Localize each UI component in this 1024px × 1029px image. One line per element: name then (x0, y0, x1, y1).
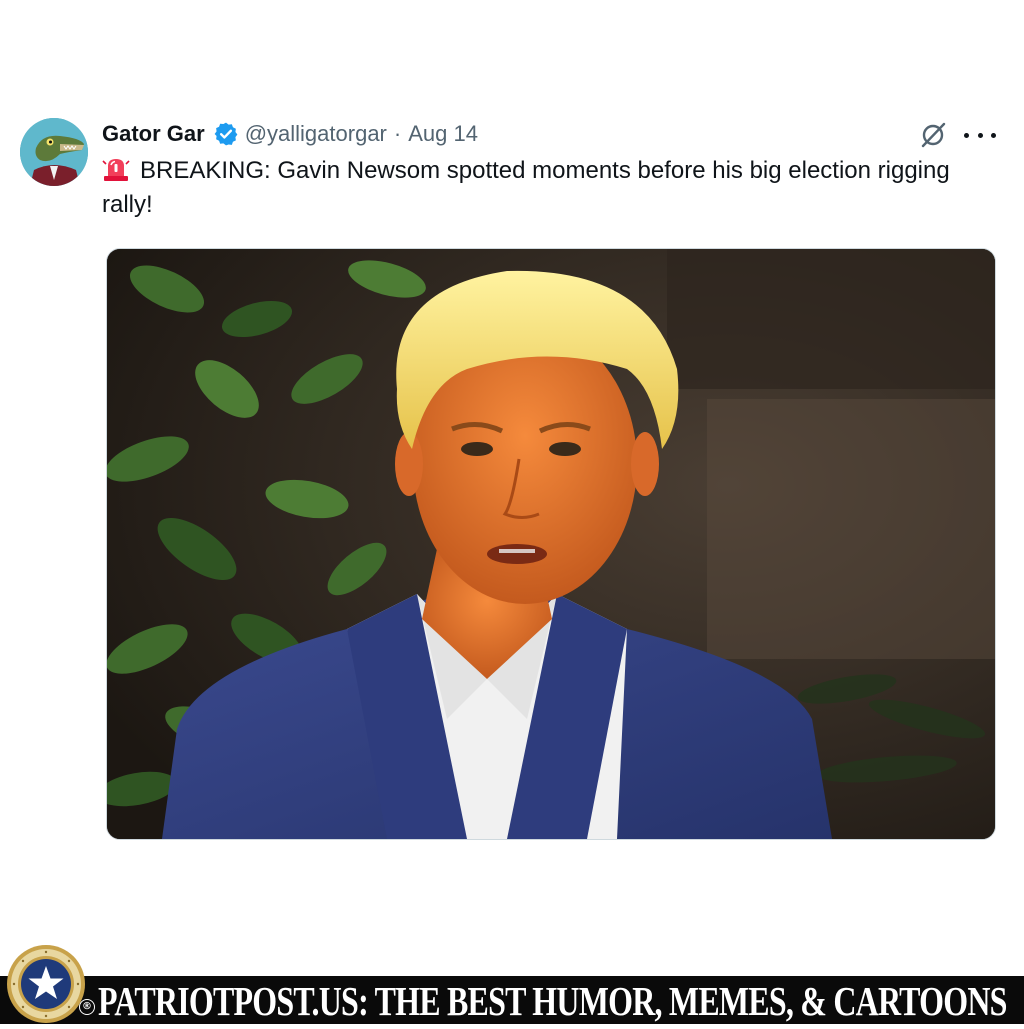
tweet-text: BREAKING: Gavin Newsom spotted moments b… (102, 154, 982, 222)
tweet-photo[interactable] (106, 248, 996, 840)
user-handle[interactable]: @yalligatorgar (245, 121, 387, 147)
verified-badge-icon (213, 121, 239, 147)
patriot-post-seal-logo (6, 944, 86, 1024)
more-options-icon[interactable] (964, 120, 996, 150)
tweet-date[interactable]: Aug 14 (408, 121, 478, 147)
separator-dot: · (393, 121, 402, 146)
display-name[interactable]: Gator Gar (102, 121, 205, 147)
registered-mark: ® (79, 999, 95, 1015)
footer-banner-text: PATRIOTPOST.US: THE BEST HUMOR, MEMES, &… (98, 978, 1007, 1024)
tweet-body: BREAKING: Gavin Newsom spotted moments b… (102, 157, 950, 218)
grok-icon[interactable] (918, 120, 948, 150)
rotating-light-icon (102, 156, 130, 182)
avatar[interactable] (20, 118, 88, 186)
tweet-header: Gator Gar @yalligatorgar · Aug 14 (102, 117, 478, 151)
